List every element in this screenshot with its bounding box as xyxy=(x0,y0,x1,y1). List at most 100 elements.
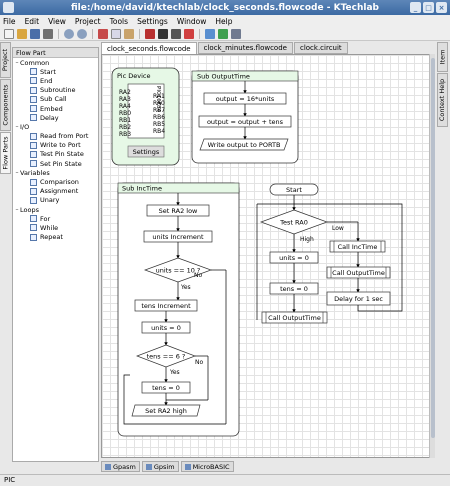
tab-clock-circuit[interactable]: clock.circuit xyxy=(293,42,348,54)
tree-item[interactable]: End xyxy=(13,76,98,85)
tab-microbasic[interactable]: MicroBASIC xyxy=(180,461,234,472)
branch-label: No xyxy=(194,272,202,279)
pin-label: RA0 xyxy=(153,100,165,107)
tree-item[interactable]: Comparison xyxy=(13,177,98,186)
tree-item[interactable]: While xyxy=(13,223,98,232)
pin-label: RB4 xyxy=(153,128,165,135)
node-label: output = output + tens xyxy=(207,118,284,126)
flowpart-icon xyxy=(30,68,37,76)
pencil-icon[interactable] xyxy=(145,28,155,39)
cut-icon[interactable] xyxy=(98,28,108,39)
node-label: output = 16*units xyxy=(216,95,275,103)
tree-item[interactable]: Sub Call xyxy=(13,95,98,104)
menu-project[interactable]: Project xyxy=(75,17,101,26)
chip-icon[interactable] xyxy=(231,28,241,39)
tab-components[interactable]: Components xyxy=(0,79,11,131)
redo-icon[interactable] xyxy=(77,28,87,39)
tree-item-label: Sub Call xyxy=(40,95,67,104)
node-label: Delay for 1 sec xyxy=(334,295,383,303)
tree-item[interactable]: Unary xyxy=(13,196,98,205)
flow-parts-tree: – Common Start End Subroutine Sub Call Embed De… xyxy=(13,58,98,242)
menu-file[interactable]: File xyxy=(3,17,16,26)
pic-device[interactable]: Pic Device PIC16F84 RA2 RA3 RA4 RB0 RB1 … xyxy=(111,67,180,166)
tree-group[interactable]: – Common xyxy=(13,58,98,67)
open-icon[interactable] xyxy=(17,28,27,39)
tree-group[interactable]: – Loops xyxy=(13,205,98,214)
tab-flow-parts[interactable]: Flow Parts xyxy=(0,132,11,174)
tree-group[interactable]: – I/O xyxy=(13,122,98,131)
route-icon[interactable] xyxy=(171,28,181,39)
tree-item[interactable]: Set Pin State xyxy=(13,159,98,168)
pin-label: RB1 xyxy=(119,117,131,124)
maximize-icon[interactable]: □ xyxy=(423,2,434,13)
menu-settings[interactable]: Settings xyxy=(137,17,168,26)
bottom-tabs: Gpasm Gpsim MicroBASIC xyxy=(101,461,234,472)
pin-label: RB7 xyxy=(153,107,165,114)
tab-gpsim[interactable]: Gpsim xyxy=(141,461,179,472)
print-icon[interactable] xyxy=(43,28,53,39)
copy-icon[interactable] xyxy=(111,28,121,39)
node-label: tens == 6 ? xyxy=(147,353,186,361)
gpasm-icon xyxy=(105,463,111,470)
flowchart-canvas[interactable]: Pic Device PIC16F84 RA2 RA3 RA4 RB0 RB1 … xyxy=(101,54,435,458)
scrollbar-thumb[interactable] xyxy=(431,58,435,438)
tree-item-label: Assignment xyxy=(40,187,79,196)
menu-window[interactable]: Window xyxy=(177,17,207,26)
tree-group[interactable]: – Variables xyxy=(13,168,98,177)
tab-item[interactable]: Item xyxy=(437,42,448,72)
microbasic-icon xyxy=(184,463,191,470)
tree-item[interactable]: Repeat xyxy=(13,233,98,242)
tree-item[interactable]: Read from Port xyxy=(13,132,98,141)
new-icon[interactable] xyxy=(4,28,14,39)
sub-outputtime[interactable]: Sub OutputTime output = 16*units output … xyxy=(191,70,299,164)
flowpart-icon xyxy=(30,187,37,195)
tree-item-label: Common xyxy=(20,58,50,67)
menubar: File Edit View Project Tools Settings Wi… xyxy=(0,15,450,27)
app-menu-icon[interactable] xyxy=(3,2,14,13)
tree-item[interactable]: Test Pin State xyxy=(13,150,98,159)
tree-item[interactable]: Embed xyxy=(13,104,98,113)
paste-icon[interactable] xyxy=(124,28,134,39)
tree-item-label: End xyxy=(40,76,53,85)
minimize-icon[interactable]: _ xyxy=(410,2,421,13)
close-icon[interactable]: × xyxy=(436,2,447,13)
node-label: Call OutputTime xyxy=(268,314,321,322)
save-icon[interactable] xyxy=(30,28,40,39)
menu-edit[interactable]: Edit xyxy=(25,17,40,26)
tree-item[interactable]: Start xyxy=(13,67,98,76)
tree-item[interactable]: Delay xyxy=(13,113,98,122)
rotate-icon[interactable] xyxy=(184,28,194,39)
pic-pins-left: RA2 RA3 RA4 RB0 RB1 RB2 RB3 xyxy=(119,89,131,138)
sub-inctime[interactable]: Sub IncTime Set RA2 low units Increment … xyxy=(117,182,240,437)
run-icon[interactable] xyxy=(218,28,228,39)
tab-clock-minutes[interactable]: clock_minutes.flowcode xyxy=(197,42,293,54)
main-flow[interactable]: Start Test RA0 Low High units = 0 tens =… xyxy=(256,183,403,324)
tree-item-label: Set Pin State xyxy=(40,159,82,168)
gpsim-icon xyxy=(145,463,152,470)
tab-clock-seconds[interactable]: clock_seconds.flowcode xyxy=(101,42,197,54)
canvas-scrollbar[interactable] xyxy=(429,54,435,458)
flowpart-icon xyxy=(30,160,37,168)
undo-icon[interactable] xyxy=(64,28,74,39)
tab-gpasm[interactable]: Gpasm xyxy=(101,461,140,472)
tree-item-label: Read from Port xyxy=(40,132,89,141)
tree-item[interactable]: Write to Port xyxy=(13,141,98,150)
menu-view[interactable]: View xyxy=(48,17,66,26)
tree-item[interactable]: Subroutine xyxy=(13,86,98,95)
node-label: Write output to PORTB xyxy=(208,141,281,149)
pin-label: RB0 xyxy=(119,110,131,117)
tree-item[interactable]: Assignment xyxy=(13,187,98,196)
menu-help[interactable]: Help xyxy=(215,17,232,26)
arrow-icon[interactable] xyxy=(158,28,168,39)
window-title: file:/home/david/ktechlab/clock_seconds.… xyxy=(71,2,379,13)
menu-tools[interactable]: Tools xyxy=(110,17,128,26)
view-icon[interactable] xyxy=(205,28,215,39)
tree-item[interactable]: For xyxy=(13,214,98,223)
flowpart-icon xyxy=(30,141,37,149)
tree-item-label: For xyxy=(40,214,51,223)
tab-project[interactable]: Project xyxy=(0,42,11,78)
sub-title: Sub IncTime xyxy=(122,185,162,193)
branch-label: High xyxy=(300,236,314,243)
tree-item-label: Subroutine xyxy=(40,86,76,95)
tab-context-help[interactable]: Context Help xyxy=(437,73,448,127)
